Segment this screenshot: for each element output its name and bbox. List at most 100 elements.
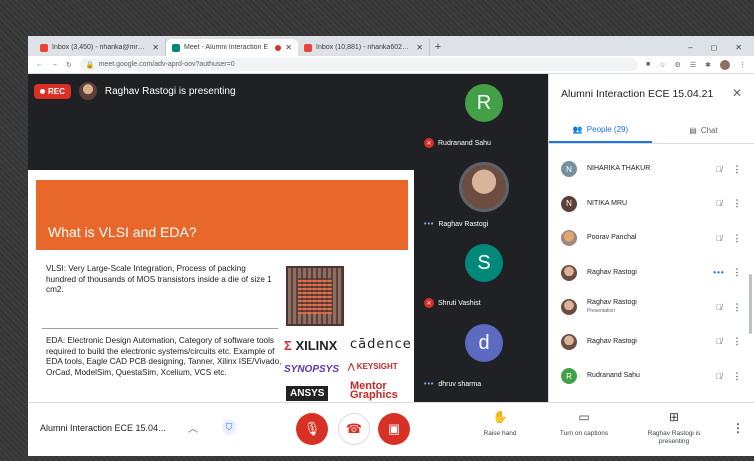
mic-off-icon[interactable]: 🎙̸	[709, 234, 729, 243]
url-text: meet.google.com/adv-aprd-oov?authuser=0	[98, 61, 235, 68]
more-options-icon[interactable]: ⋮	[729, 336, 745, 347]
mic-off-icon[interactable]: 🎙̸	[709, 303, 729, 312]
tab-people[interactable]: 👥 People (29)	[549, 118, 652, 143]
menu-lines-icon[interactable]: ☰	[690, 61, 696, 69]
more-options-icon[interactable]: ⋮	[729, 267, 745, 278]
speaking-indicator-icon: •••	[424, 381, 435, 388]
puzzle-icon[interactable]: ✱	[705, 61, 711, 69]
close-icon[interactable]: ✕	[732, 86, 742, 100]
minimize-button[interactable]: –	[688, 43, 692, 52]
slide-divider	[42, 328, 278, 329]
avatar	[561, 230, 577, 247]
tile-name: ••• Raghav Rastogi	[424, 221, 489, 228]
forward-icon[interactable]: →	[51, 61, 58, 68]
list-item[interactable]: Raghav Rastogi Presentation 🎙̸ ⋮	[549, 290, 754, 325]
shield-icon[interactable]: ⛉	[222, 419, 236, 435]
slide-title: What is VLSI and EDA?	[48, 224, 197, 240]
mic-off-icon[interactable]: 🎙̸	[709, 165, 729, 174]
camera-off-icon: ▣	[387, 421, 401, 436]
panel-title: Alumni Interaction ECE 15.04.21	[561, 88, 714, 100]
list-item[interactable]: N NITIKA MRU 🎙̸ ⋮	[549, 187, 754, 222]
more-options-icon[interactable]: ⋮	[732, 421, 744, 435]
gmail-icon	[40, 43, 48, 52]
close-tab-icon[interactable]: ✕	[152, 43, 159, 52]
recording-dot-icon	[275, 44, 282, 51]
url-field[interactable]: 🔒 meet.google.com/adv-aprd-oov?authuser=…	[79, 58, 639, 71]
list-item[interactable]: R Rudranand Sahu 🎙̸ ⋮	[549, 359, 754, 394]
participant-tile[interactable]: ••• Raghav Rastogi	[420, 154, 548, 234]
panel-scrollbar[interactable]	[749, 274, 752, 334]
avatar	[561, 299, 577, 316]
avatar: N	[561, 195, 577, 212]
close-window-button[interactable]: ✕	[735, 43, 742, 52]
back-icon[interactable]: ←	[36, 61, 43, 68]
participant-tile[interactable]: d ••• dhruv sharma	[420, 314, 548, 394]
list-item[interactable]: N NIHARIKA THAKUR 🎙̸ ⋮	[549, 152, 754, 187]
meeting-name[interactable]: Alumni Interaction ECE 15.04...	[40, 423, 166, 433]
slide-header: What is VLSI and EDA?	[36, 180, 408, 250]
close-tab-icon[interactable]: ✕	[285, 43, 292, 52]
raise-hand-button[interactable]: ✋ Raise hand	[468, 411, 532, 438]
more-options-icon[interactable]: ⋮	[729, 302, 745, 313]
synopsys-logo: SYNOPSYS	[284, 364, 340, 375]
avatar: N	[561, 161, 577, 178]
reload-icon[interactable]: ↻	[66, 61, 72, 69]
people-icon: 👥	[572, 125, 583, 134]
chip-die-image	[286, 266, 344, 326]
presenter-avatar	[78, 82, 97, 100]
speaking-indicator-icon: •••	[424, 221, 435, 228]
participant-name: Raghav Rastogi	[587, 337, 637, 345]
avatar: d	[465, 324, 503, 362]
close-tab-icon[interactable]: ✕	[416, 43, 423, 52]
avatar	[561, 264, 577, 281]
participant-name: Raghav Rastogi	[587, 268, 637, 276]
star-icon[interactable]: ☆	[659, 61, 665, 69]
more-options-icon[interactable]: ⋮	[729, 198, 745, 209]
participant-name: Poorav Panchal	[587, 234, 637, 242]
list-item[interactable]: Poorav Panchal 🎙̸ ⋮	[549, 221, 754, 256]
avatar: S	[465, 244, 503, 282]
mic-off-icon[interactable]: 🎙̸	[709, 199, 729, 208]
captions-button[interactable]: ▭ Turn on captions	[552, 411, 616, 438]
more-options-icon[interactable]: ⋮	[729, 164, 745, 175]
chat-icon: ▤	[689, 126, 697, 135]
extension-icon[interactable]: ⚙	[675, 61, 681, 69]
address-bar: ← → ↻ 🔒 meet.google.com/adv-aprd-oov?aut…	[28, 56, 754, 74]
tab-label: Meet - Alumni Interaction E	[184, 44, 269, 51]
mentor-logo: Mentor Graphics	[350, 380, 398, 401]
ansys-logo: ANSYS	[286, 386, 329, 401]
record-icon	[40, 88, 45, 94]
gmail-icon	[304, 43, 312, 52]
kebab-menu-icon[interactable]: ⋮	[739, 61, 746, 69]
presenting-status-button[interactable]: ⊞ Raghav Rastogi is presenting	[642, 411, 706, 446]
tab-inbox-2[interactable]: Inbox (10,881) - nharika6023@g ✕	[298, 39, 430, 56]
avatar	[561, 333, 577, 350]
slide-eda-text: EDA: Electronic Design Automation, Categ…	[46, 336, 282, 377]
participant-tile[interactable]: R ✕ Rudranand Sahu	[420, 74, 548, 154]
mic-toggle-button[interactable]: 🎙	[296, 413, 328, 445]
camera-toggle-button[interactable]: ▣	[378, 413, 410, 445]
maximize-button[interactable]: ◻	[711, 43, 718, 52]
rec-label: REC	[48, 86, 65, 96]
list-item[interactable]: Raghav Rastogi 🎙̸ ⋮	[549, 325, 754, 360]
participant-name: NITIKA MRU	[587, 199, 628, 207]
more-options-icon[interactable]: ⋮	[729, 233, 745, 244]
tab-chat[interactable]: ▤ Chat	[652, 118, 754, 143]
tab-meet[interactable]: Meet - Alumni Interaction E ✕	[166, 39, 298, 56]
chevron-up-icon[interactable]: ︿	[188, 420, 198, 435]
tab-label: Inbox (3,450) - nharika@mru.ac	[52, 44, 149, 51]
more-options-icon[interactable]: ⋮	[729, 371, 745, 382]
meeting-controls-bar: Alumni Interaction ECE 15.04... ︿ ⛉ 🎙 ☎ …	[28, 402, 754, 456]
presenting-text: Raghav Rastogi is presenting	[104, 85, 236, 97]
camera-indicator-icon[interactable]: ■	[646, 61, 650, 68]
rec-badge: REC	[34, 83, 71, 99]
new-tab-button[interactable]: +	[430, 39, 446, 56]
meet-icon	[172, 43, 180, 52]
list-item[interactable]: Raghav Rastogi ••• ⋮	[549, 256, 754, 291]
tab-inbox-1[interactable]: Inbox (3,450) - nharika@mru.ac ✕	[34, 39, 166, 56]
profile-avatar[interactable]	[720, 59, 730, 70]
participant-tile[interactable]: S ✕ Shruti Vashist	[420, 234, 548, 314]
leave-call-button[interactable]: ☎	[338, 413, 370, 445]
mic-off-icon[interactable]: 🎙̸	[709, 372, 729, 381]
mic-off-icon[interactable]: 🎙̸	[709, 337, 729, 346]
